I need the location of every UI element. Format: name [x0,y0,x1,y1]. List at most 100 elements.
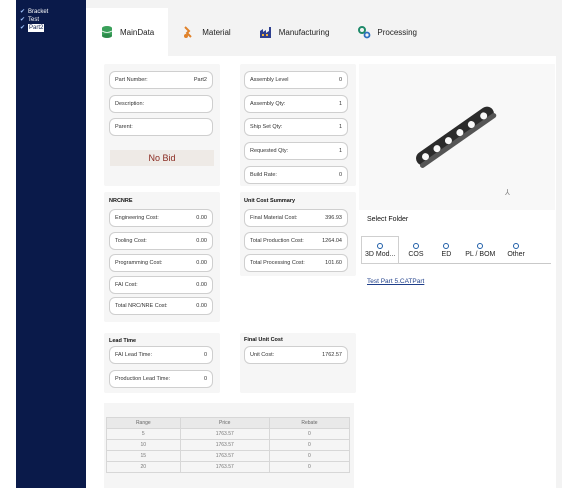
file-link[interactable]: Test Part 5.CATPart [367,278,424,285]
build-rate-field[interactable]: Build Rate: 0 [244,166,348,184]
part-model-image [416,106,497,168]
axis-triad-icon: ⅄ [505,188,510,197]
table-cell: 1763.57 [179,461,270,473]
table-cell: 0 [268,428,351,440]
table-row[interactable]: 5 1763.57 0 [106,428,351,440]
description-field[interactable]: Description: [109,95,213,113]
section-title: Final Unit Cost [244,337,283,343]
table-cell: 1763.57 [179,439,270,451]
radio-icon [377,242,384,249]
field-value: Part2 [193,77,207,83]
fai-lead-time-field[interactable]: FAI Lead Time: 0 [109,346,213,364]
table-row[interactable]: 20 1763.57 0 [106,461,351,473]
field-value: 0 [338,172,342,178]
table-row[interactable]: 15 1763.57 0 [106,450,351,462]
assembly-qty-field[interactable]: Assembly Qty: 1 [244,95,348,113]
parent-field[interactable]: Parent: [109,118,213,136]
field-value: 396.93 [325,215,342,221]
database-icon [101,26,113,38]
section-title: Lead Time [109,338,137,344]
engineering-cost-field[interactable]: Engineering Cost: 0.00 [109,209,213,227]
tree-item-part2[interactable]: ✔ Part2 [20,24,82,32]
table-cell: 1763.57 [179,428,270,440]
field-label: Assembly Level [250,77,289,83]
tab-label: MainData [120,27,155,37]
price-table-panel: Range Price Rebate 5 1763.57 0 10 1763.5… [104,403,354,488]
radio-icon [412,242,419,249]
field-label: Assembly Qty: [250,101,286,107]
field-value: 1 [338,148,342,154]
app-window: ✔ Bracket ✔ Test ✔ Part2 MainData Materi… [0,0,562,488]
folder-label: Other [507,250,525,258]
table-cell: 0 [268,439,351,451]
field-value: 0 [203,376,207,382]
tooling-cost-field[interactable]: Tooling Cost: 0.00 [109,232,213,250]
table-cell: 0 [268,461,351,473]
tree-item-label: Test [28,17,40,23]
folder-label: ED [441,250,452,258]
field-value: 0.00 [196,282,207,288]
section-title: NRCNRE [109,198,133,204]
folder-pl-bom[interactable]: PL / BOM [462,236,498,264]
field-value: 0.00 [196,215,207,221]
field-label: Tooling Cost: [115,238,147,244]
final-material-cost-field[interactable]: Final Material Cost: 396.93 [244,209,348,227]
tab-maindata[interactable]: MainData [86,8,169,56]
total-production-cost-field[interactable]: Total Production Cost: 1264.04 [244,232,348,250]
status-badge: No Bid [110,150,214,166]
factory-icon [259,27,271,38]
field-value: 0.00 [196,260,207,266]
folder-label: COS [408,250,424,258]
fai-cost-field[interactable]: FAI Cost: 0.00 [109,276,213,294]
total-nrc-cost-field[interactable]: Total NRC/NRE Cost: 0.00 [109,297,213,315]
field-label: Build Rate: [250,172,277,178]
column-header: Rebate [268,417,351,429]
field-value: 0 [203,352,207,358]
unit-cost-field[interactable]: Unit Cost: 1762.57 [244,346,348,364]
check-icon: ✔ [20,17,26,23]
requested-qty-field[interactable]: Requested Qty: 1 [244,142,348,160]
total-processing-cost-field[interactable]: Total Processing Cost: 101.60 [244,254,348,272]
folder-tabs: 3D Mod... COS ED PL / BOM Other [361,236,551,264]
programming-cost-field[interactable]: Programming Cost: 0.00 [109,254,213,272]
folder-3d-model[interactable]: 3D Mod... [361,236,400,264]
project-tree: ✔ Bracket ✔ Test ✔ Part2 [16,0,86,488]
table-cell: 1763.57 [179,450,270,462]
assembly-level-field[interactable]: Assembly Level 0 [244,71,348,89]
tab-material[interactable]: Material [168,8,244,56]
table-cell: 0 [268,450,351,462]
table-cell: 15 [106,450,181,462]
3d-preview[interactable] [359,64,555,210]
field-label: Total Processing Cost: [250,260,305,266]
tree-item-test[interactable]: ✔ Test [20,16,82,24]
table-cell: 5 [106,428,181,440]
folder-other[interactable]: Other [504,236,528,264]
ship-set-qty-field[interactable]: Ship Set Qty: 1 [244,118,348,136]
part-number-field[interactable]: Part Number: Part2 [109,71,213,89]
field-label: Requested Qty: [250,148,289,154]
folder-label: PL / BOM [465,250,496,258]
tab-bar: MainData Material Manufacturing Processi… [86,8,556,56]
tree-item-label: Bracket [28,9,49,15]
field-label: Total Production Cost: [250,238,304,244]
tab-label: Manufacturing [278,27,330,37]
tab-processing[interactable]: Processing [343,8,431,56]
folder-cos[interactable]: COS [405,236,426,264]
material-icon [184,26,192,38]
field-label: Parent: [115,124,133,130]
check-icon: ✔ [20,9,26,15]
field-label: Ship Set Qty: [250,124,283,130]
table-header-row: Range Price Rebate [106,417,351,429]
table-cell: 20 [106,461,181,473]
folder-label: 3D Mod... [365,250,396,258]
tab-manufacturing[interactable]: Manufacturing [245,8,344,56]
field-value: 0.00 [196,303,207,309]
tree-item-bracket[interactable]: ✔ Bracket [20,8,82,16]
folder-ed[interactable]: ED [439,236,455,264]
gears-icon [358,26,371,39]
production-lead-time-field[interactable]: Production Lead Time: 0 [109,370,213,388]
table-row[interactable]: 10 1763.57 0 [106,439,351,451]
field-label: Production Lead Time: [115,376,171,382]
field-value: 101.60 [325,260,342,266]
field-label: Final Material Cost: [250,215,298,221]
